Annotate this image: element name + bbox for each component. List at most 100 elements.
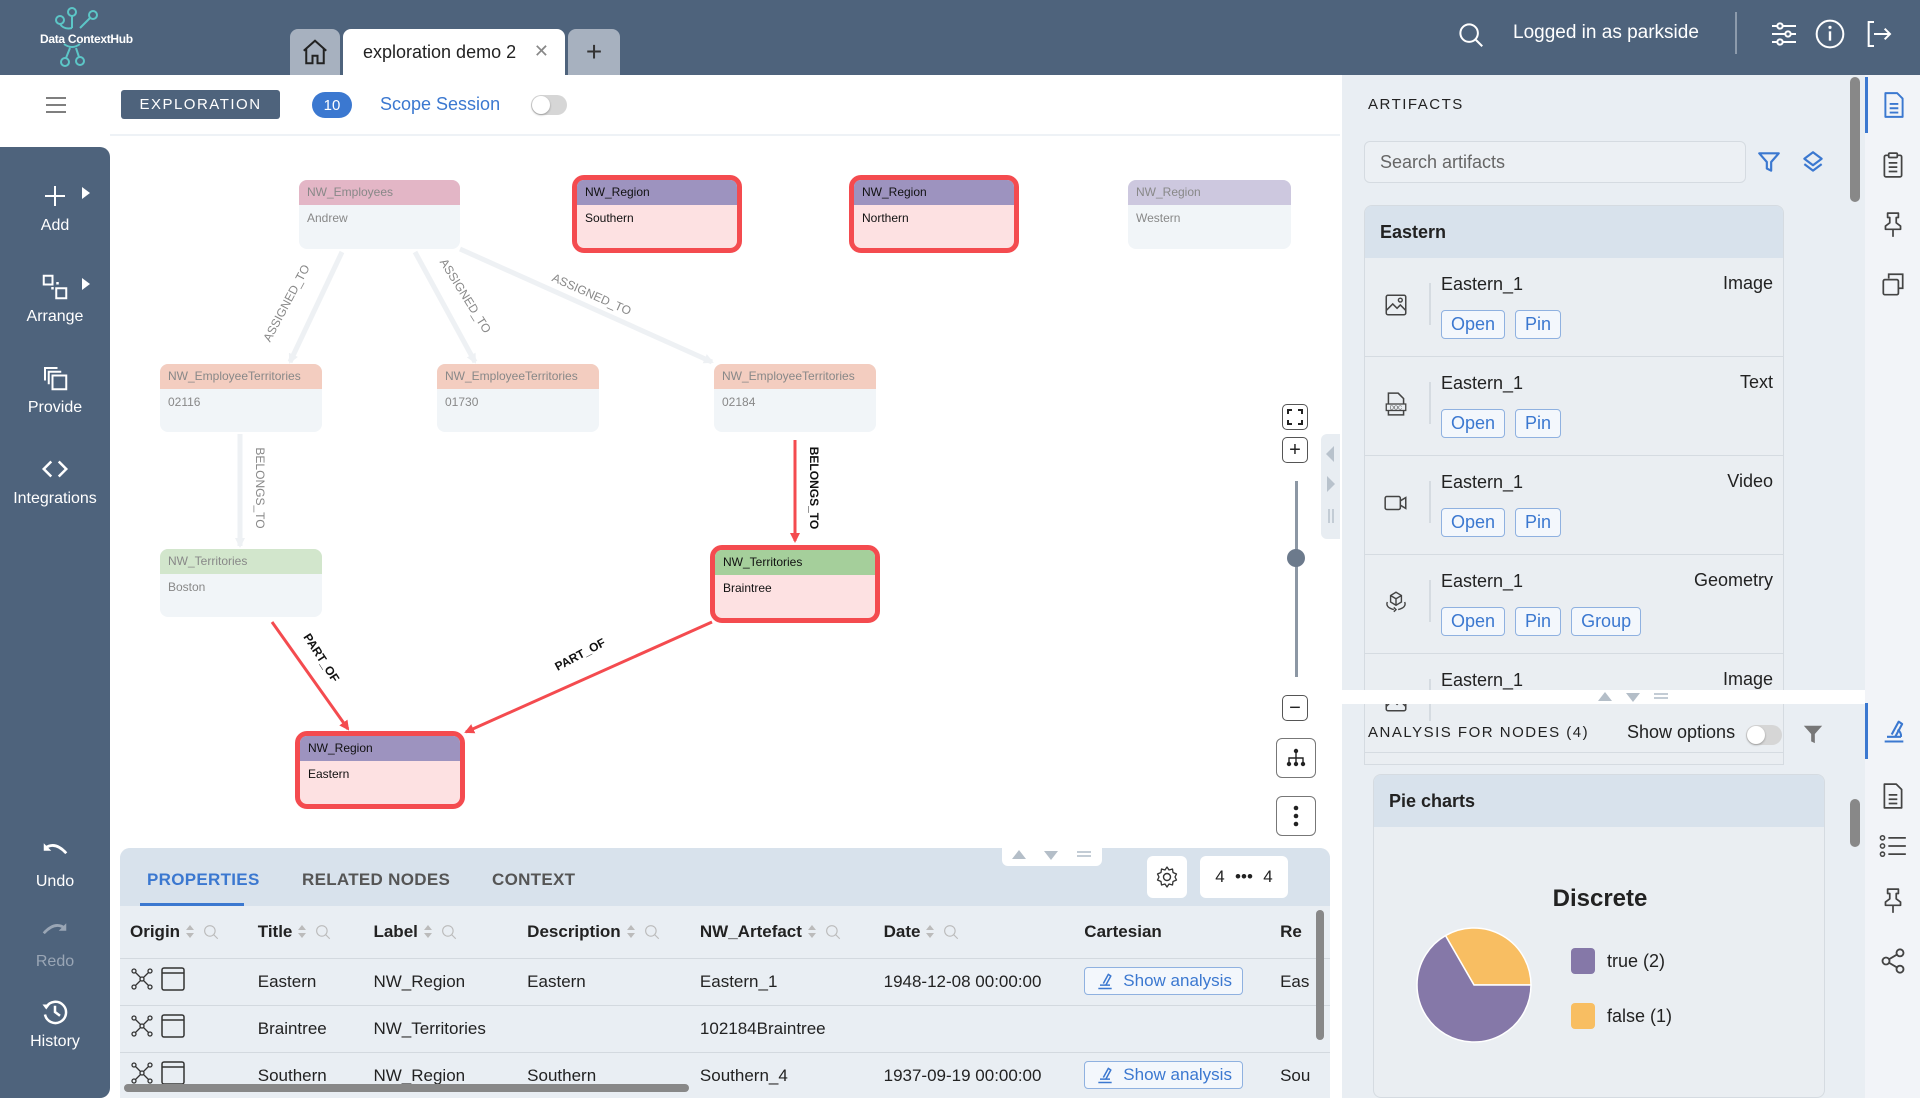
column-label-header[interactable]: Label	[363, 906, 517, 958]
zoom-slider-handle[interactable]	[1287, 549, 1305, 567]
graph-node-andrew[interactable]: NW_Employees Andrew	[299, 180, 460, 249]
strip-clipboard-button[interactable]	[1865, 137, 1920, 193]
graph-node-et02184[interactable]: NW_EmployeeTerritories 02184	[714, 364, 876, 432]
undo-button[interactable]: Undo	[0, 837, 110, 891]
graph-node-northern[interactable]: NW_Region Northern	[849, 175, 1019, 253]
settings-sliders-icon[interactable]	[1768, 18, 1800, 50]
artifacts-scrollbar[interactable]	[1850, 77, 1860, 202]
pin-button[interactable]: Pin	[1515, 310, 1562, 339]
graph-origin-icon[interactable]	[130, 967, 154, 996]
layers-icon[interactable]	[1800, 149, 1826, 175]
drag-handle-icon[interactable]	[1654, 693, 1668, 699]
group-button[interactable]: Group	[1571, 607, 1642, 636]
column-search-icon[interactable]	[440, 923, 458, 941]
open-button[interactable]: Open	[1441, 409, 1506, 438]
tab-properties[interactable]: PROPERTIES	[147, 870, 260, 890]
drag-handle-icon[interactable]	[1328, 509, 1334, 523]
graph-node-southern[interactable]: NW_Region Southern	[572, 175, 742, 253]
panel-splitter[interactable]	[1321, 434, 1340, 539]
column-date[interactable]: Date	[874, 906, 1075, 958]
pagination[interactable]: 4 ••• 4	[1200, 856, 1288, 898]
graph-node-western[interactable]: NW_Region Western	[1128, 180, 1291, 249]
pin-button[interactable]: Pin	[1515, 607, 1562, 636]
strip-list-button[interactable]	[1865, 818, 1920, 874]
graph-node-eastern[interactable]: NW_Region Eastern	[295, 731, 465, 809]
column-origin[interactable]: Origin	[120, 906, 248, 958]
sidebar-item-integrations[interactable]: Integrations	[0, 454, 110, 508]
scope-session-toggle[interactable]	[531, 95, 567, 115]
tab-context[interactable]: CONTEXT	[492, 870, 575, 890]
graph-node-boston[interactable]: NW_Territories Boston	[160, 549, 322, 617]
strip-document-button[interactable]	[1865, 768, 1920, 824]
graph-edge[interactable]	[287, 250, 345, 364]
table-row[interactable]: Braintree NW_Territories 102184Braintree	[120, 1004, 1330, 1052]
fit-screen-button[interactable]	[1282, 404, 1308, 430]
pie-charts-header[interactable]: Pie charts	[1374, 775, 1824, 827]
sort-icon[interactable]	[926, 925, 935, 939]
sidebar-item-arrange[interactable]: Arrange	[0, 272, 110, 326]
graph-edge[interactable]	[412, 250, 478, 364]
column-cartesian[interactable]: Cartesian	[1074, 906, 1270, 958]
collapse-down-icon[interactable]	[1044, 851, 1058, 860]
sidebar-item-add[interactable]: Add	[0, 181, 110, 235]
sidebar-item-provide[interactable]: Provide	[0, 363, 110, 417]
tab-exploration-demo-2[interactable]: exploration demo 2 ✕	[343, 29, 565, 75]
collapse-down-icon[interactable]	[1626, 693, 1640, 702]
table-settings-button[interactable]	[1147, 856, 1187, 898]
artifact-item[interactable]: Eastern_1 Video Open Pin	[1365, 456, 1783, 555]
home-tab[interactable]	[290, 29, 340, 75]
logout-icon[interactable]	[1862, 18, 1894, 50]
graph-edge[interactable]	[464, 620, 713, 734]
zoom-in-button[interactable]: +	[1282, 437, 1308, 463]
filter-icon[interactable]	[1756, 149, 1782, 175]
more-options-button[interactable]	[1276, 796, 1316, 836]
column-title[interactable]: Title	[248, 906, 364, 958]
sort-icon[interactable]	[186, 925, 195, 939]
strip-pin-button[interactable]	[1865, 197, 1920, 253]
close-tab-icon[interactable]: ✕	[534, 41, 549, 62]
app-logo[interactable]: Data ContextHub	[36, 6, 146, 68]
artifact-group-header[interactable]: Eastern	[1365, 206, 1783, 258]
zoom-out-button[interactable]: −	[1282, 695, 1308, 721]
sort-icon[interactable]	[807, 925, 816, 939]
graph-origin-icon[interactable]	[130, 1014, 154, 1043]
strip-copy-button[interactable]	[1865, 257, 1920, 313]
open-button[interactable]: Open	[1441, 310, 1506, 339]
sort-icon[interactable]	[423, 925, 432, 939]
sort-icon[interactable]	[298, 925, 307, 939]
hierarchy-layout-button[interactable]	[1276, 738, 1316, 778]
expand-right-icon[interactable]	[1327, 476, 1335, 492]
sort-icon[interactable]	[626, 925, 635, 939]
column-search-icon[interactable]	[202, 923, 220, 941]
graph-node-et02116[interactable]: NW_EmployeeTerritories 02116	[160, 364, 322, 432]
pin-button[interactable]: Pin	[1515, 508, 1562, 537]
hamburger-menu-icon[interactable]	[44, 96, 68, 114]
strip-share-button[interactable]	[1865, 933, 1920, 989]
artifact-item[interactable]: DOC Eastern_1 Text Open Pin	[1365, 357, 1783, 456]
artifact-item[interactable]: Eastern_1 Geometry Open Pin Group	[1365, 555, 1783, 654]
column-nw-artefact[interactable]: NW_Artefact	[690, 906, 874, 958]
pin-button[interactable]: Pin	[1515, 409, 1562, 438]
search-artifacts-input[interactable]	[1364, 141, 1746, 183]
collapse-left-icon[interactable]	[1326, 446, 1334, 462]
graph-node-et01730[interactable]: NW_EmployeeTerritories 01730	[437, 364, 599, 432]
scope-session-label[interactable]: Scope Session	[380, 94, 500, 115]
artifact-item[interactable]: Eastern_1 Image Open Pin	[1365, 258, 1783, 357]
show-options-toggle[interactable]	[1746, 725, 1782, 745]
column-search-icon[interactable]	[643, 923, 661, 941]
graph-edge[interactable]	[270, 621, 350, 731]
history-button[interactable]: History	[0, 997, 110, 1051]
drag-handle-icon[interactable]	[1077, 851, 1091, 857]
table-row[interactable]: Eastern NW_Region Eastern Eastern_1 1948-12-…	[120, 957, 1330, 1005]
window-icon[interactable]	[160, 966, 186, 997]
zoom-slider[interactable]	[1295, 481, 1298, 677]
add-tab-button[interactable]: +	[568, 29, 620, 75]
window-icon[interactable]	[160, 1013, 186, 1044]
filter-icon[interactable]	[1802, 723, 1824, 745]
redo-button[interactable]: Redo	[0, 917, 110, 971]
expand-up-icon[interactable]	[1012, 850, 1026, 859]
expand-up-icon[interactable]	[1598, 692, 1612, 701]
tab-related-nodes[interactable]: RELATED NODES	[302, 870, 450, 890]
panel-resize-handle[interactable]	[1002, 846, 1102, 866]
column-search-icon[interactable]	[824, 923, 842, 941]
